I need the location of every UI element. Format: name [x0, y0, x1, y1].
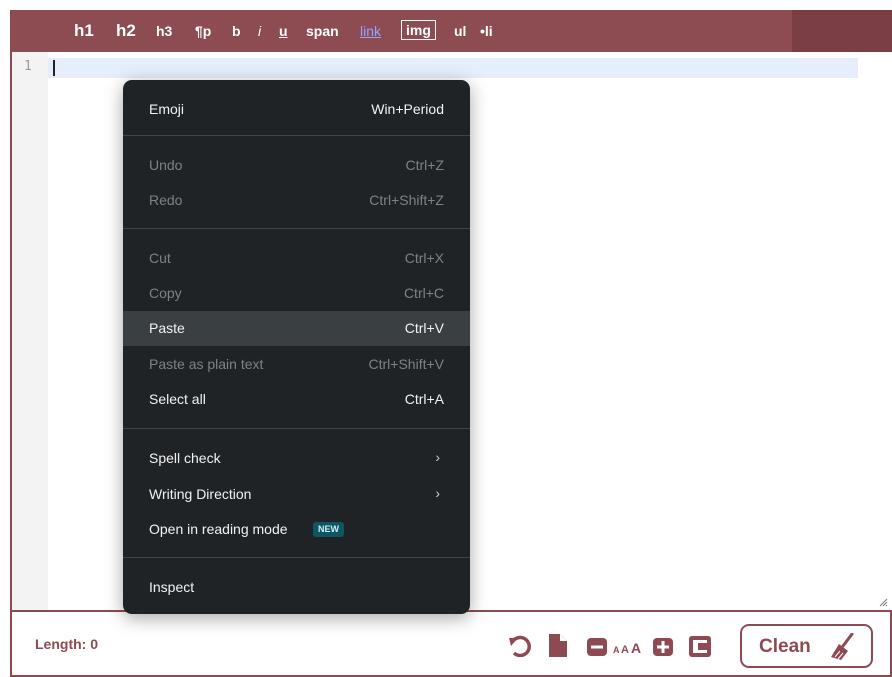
line-gutter: [12, 52, 48, 610]
menu-separator: [123, 135, 470, 136]
span-button[interactable]: span: [306, 10, 339, 52]
menu-item-label: Writing Direction: [149, 486, 252, 502]
chevron-right-icon: ›: [435, 485, 440, 501]
menu-item-label: Inspect: [149, 579, 195, 595]
line-number: 1: [24, 59, 32, 74]
bold-button[interactable]: b: [232, 10, 241, 52]
broom-icon: [831, 633, 854, 660]
context-menu: Emoji Win+Period Undo Ctrl+Z Redo Ctrl+S…: [123, 80, 470, 614]
menu-item-label: Copy: [149, 285, 182, 301]
resize-handle-icon[interactable]: [878, 597, 888, 607]
increase-font-icon[interactable]: [653, 638, 673, 656]
new-badge: NEW: [313, 522, 344, 537]
menu-item-select-all[interactable]: Select all Ctrl+A: [123, 382, 470, 417]
menu-separator: [123, 557, 470, 558]
undo-icon[interactable]: [508, 635, 532, 657]
menu-item-label: Emoji: [149, 101, 185, 117]
text-caret: [53, 60, 55, 76]
menu-item-paste[interactable]: Paste Ctrl+V: [123, 311, 470, 346]
length-counter: Length: 0: [35, 636, 98, 652]
menu-item-cut[interactable]: Cut Ctrl+X: [123, 241, 470, 276]
menu-item-shortcut: Ctrl+Z: [405, 157, 445, 173]
menu-item-shortcut: Ctrl+Shift+Z: [369, 192, 444, 208]
menu-item-paste-plain[interactable]: Paste as plain text Ctrl+Shift+V: [123, 347, 470, 382]
list-item-button[interactable]: •li: [480, 10, 493, 52]
underline-button[interactable]: u: [279, 10, 288, 52]
menu-item-emoji[interactable]: Emoji Win+Period: [123, 92, 470, 127]
menu-item-copy[interactable]: Copy Ctrl+C: [123, 276, 470, 311]
menu-item-label: Cut: [149, 250, 171, 266]
menu-item-shortcut: Win+Period: [371, 101, 444, 117]
svg-text:A: A: [613, 645, 620, 655]
link-button[interactable]: link: [360, 10, 381, 52]
menu-item-undo[interactable]: Undo Ctrl+Z: [123, 148, 470, 183]
italic-button[interactable]: i: [258, 10, 261, 52]
clean-button[interactable]: Clean: [740, 624, 873, 668]
menu-item-shortcut: Ctrl+V: [404, 320, 444, 336]
chevron-right-icon: ›: [435, 449, 440, 465]
h1-button[interactable]: h1: [74, 10, 94, 52]
menu-item-label: Open in reading mode: [149, 521, 288, 537]
menu-item-label: Paste as plain text: [149, 356, 264, 372]
menu-item-label: Undo: [149, 157, 183, 173]
clean-button-label: Clean: [759, 636, 811, 657]
menu-separator: [123, 428, 470, 429]
menu-item-shortcut: Ctrl+A: [404, 391, 444, 407]
unordered-list-button[interactable]: ul: [454, 10, 466, 52]
decrease-font-icon[interactable]: [587, 638, 607, 656]
menu-item-label: Paste: [149, 320, 185, 336]
menu-item-label: Redo: [149, 192, 183, 208]
menu-item-spell-check[interactable]: Spell check ›: [123, 441, 470, 476]
format-toolbar: h1 h2 h3 ¶p b i u span link img ul •li: [12, 10, 892, 52]
toolbar-right-panel: [792, 10, 892, 52]
menu-item-shortcut: Ctrl+X: [404, 250, 444, 266]
toggle-panel-icon[interactable]: [689, 636, 711, 657]
menu-item-writing-direction[interactable]: Writing Direction ›: [123, 477, 470, 512]
menu-item-shortcut: Ctrl+C: [403, 285, 444, 301]
h3-button[interactable]: h3: [156, 10, 172, 52]
paragraph-button[interactable]: ¶p: [195, 10, 211, 52]
svg-text:A: A: [621, 644, 629, 656]
menu-item-label: Select all: [149, 391, 206, 407]
menu-separator: [123, 228, 470, 229]
font-size-icon: A A A: [613, 640, 641, 656]
menu-item-label: Spell check: [149, 450, 221, 466]
h2-button[interactable]: h2: [116, 10, 136, 52]
image-button[interactable]: img: [401, 20, 436, 40]
menu-item-redo[interactable]: Redo Ctrl+Shift+Z: [123, 183, 470, 218]
new-document-icon[interactable]: [549, 634, 567, 657]
menu-item-inspect[interactable]: Inspect: [123, 570, 470, 605]
menu-item-reading-mode[interactable]: Open in reading mode NEW: [123, 512, 470, 547]
code-editor-input[interactable]: [48, 58, 858, 78]
svg-text:A: A: [631, 640, 641, 656]
menu-item-shortcut: Ctrl+Shift+V: [368, 356, 444, 372]
